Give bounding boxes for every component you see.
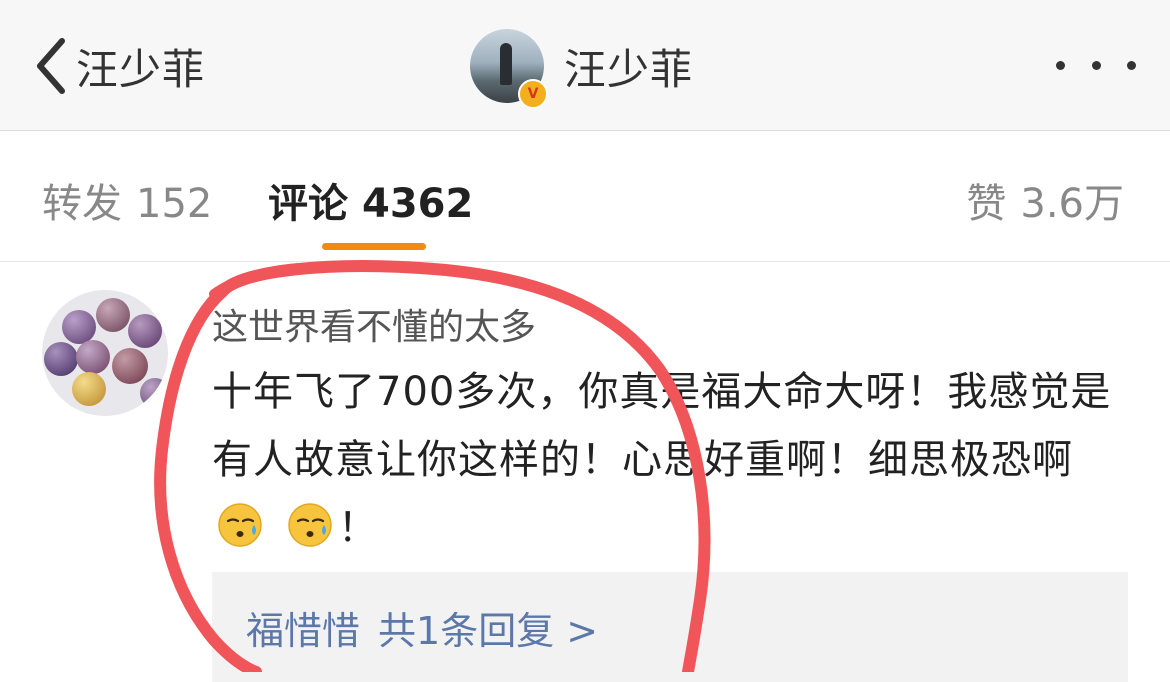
dot-icon bbox=[1091, 60, 1101, 70]
back-button[interactable]: 汪少菲 bbox=[30, 30, 205, 102]
commenter-name[interactable]: 这世界看不懂的太多 bbox=[212, 298, 536, 350]
reply-preview-text[interactable]: 福惜惜 共1条回复 > bbox=[246, 600, 598, 655]
pearl-shape bbox=[72, 372, 106, 406]
commenter-avatar[interactable] bbox=[42, 290, 168, 416]
top-nav-bar: 汪少菲 V 汪少菲 bbox=[0, 0, 1170, 131]
tab-comment-count: 4362 bbox=[362, 181, 474, 227]
reply-user[interactable]: 福惜惜 bbox=[246, 609, 360, 653]
avatar[interactable]: V bbox=[470, 29, 548, 109]
pearl-shape bbox=[128, 314, 162, 348]
tab-repost[interactable]: 转发 152 bbox=[42, 171, 212, 229]
tab-repost-label: 转发 bbox=[42, 181, 122, 227]
tab-repost-count: 152 bbox=[136, 181, 213, 227]
verified-badge-icon: V bbox=[518, 79, 548, 109]
sweat-face-icon bbox=[218, 503, 262, 547]
pearl-shape bbox=[112, 348, 148, 384]
tab-comment[interactable]: 评论 4362 bbox=[268, 171, 473, 229]
active-tab-indicator bbox=[322, 243, 426, 250]
pearl-shape bbox=[62, 310, 96, 344]
tab-bar: 转发 152 评论 4362 赞 3.6万 bbox=[0, 131, 1170, 262]
chevron-left-icon bbox=[37, 38, 65, 94]
page-title: 汪少菲 bbox=[564, 44, 694, 94]
reply-preview[interactable]: 福惜惜 共1条回复 > bbox=[212, 572, 1128, 682]
dot-icon bbox=[1127, 60, 1136, 70]
tab-like-label: 赞 bbox=[966, 181, 1007, 227]
comment-text-body: 十年飞了700多次，你真是福大命大呀！我感觉是有人故意让你这样的！心思好重啊！细… bbox=[212, 369, 1112, 483]
tab-like-count: 3.6万 bbox=[1020, 181, 1124, 227]
profile-header[interactable]: V 汪少菲 bbox=[470, 26, 694, 109]
sweat-face-icon bbox=[287, 503, 332, 547]
more-options-button[interactable] bbox=[1056, 40, 1136, 90]
pearl-shape bbox=[140, 378, 168, 408]
comment-text: 十年飞了700多次，你真是福大命大呀！我感觉是有人故意让你这样的！心思好重啊！细… bbox=[212, 358, 1132, 562]
pearl-shape bbox=[76, 340, 110, 374]
reply-summary[interactable]: 共1条回复 > bbox=[378, 609, 598, 653]
comment-trailing-punctuation: ！ bbox=[337, 505, 379, 551]
pearl-shape bbox=[44, 342, 78, 376]
dot-icon bbox=[1056, 60, 1065, 70]
pearl-shape bbox=[96, 298, 130, 332]
tab-comment-label: 评论 bbox=[268, 181, 348, 227]
tab-like[interactable]: 赞 3.6万 bbox=[966, 171, 1124, 229]
back-label: 汪少菲 bbox=[76, 44, 206, 94]
